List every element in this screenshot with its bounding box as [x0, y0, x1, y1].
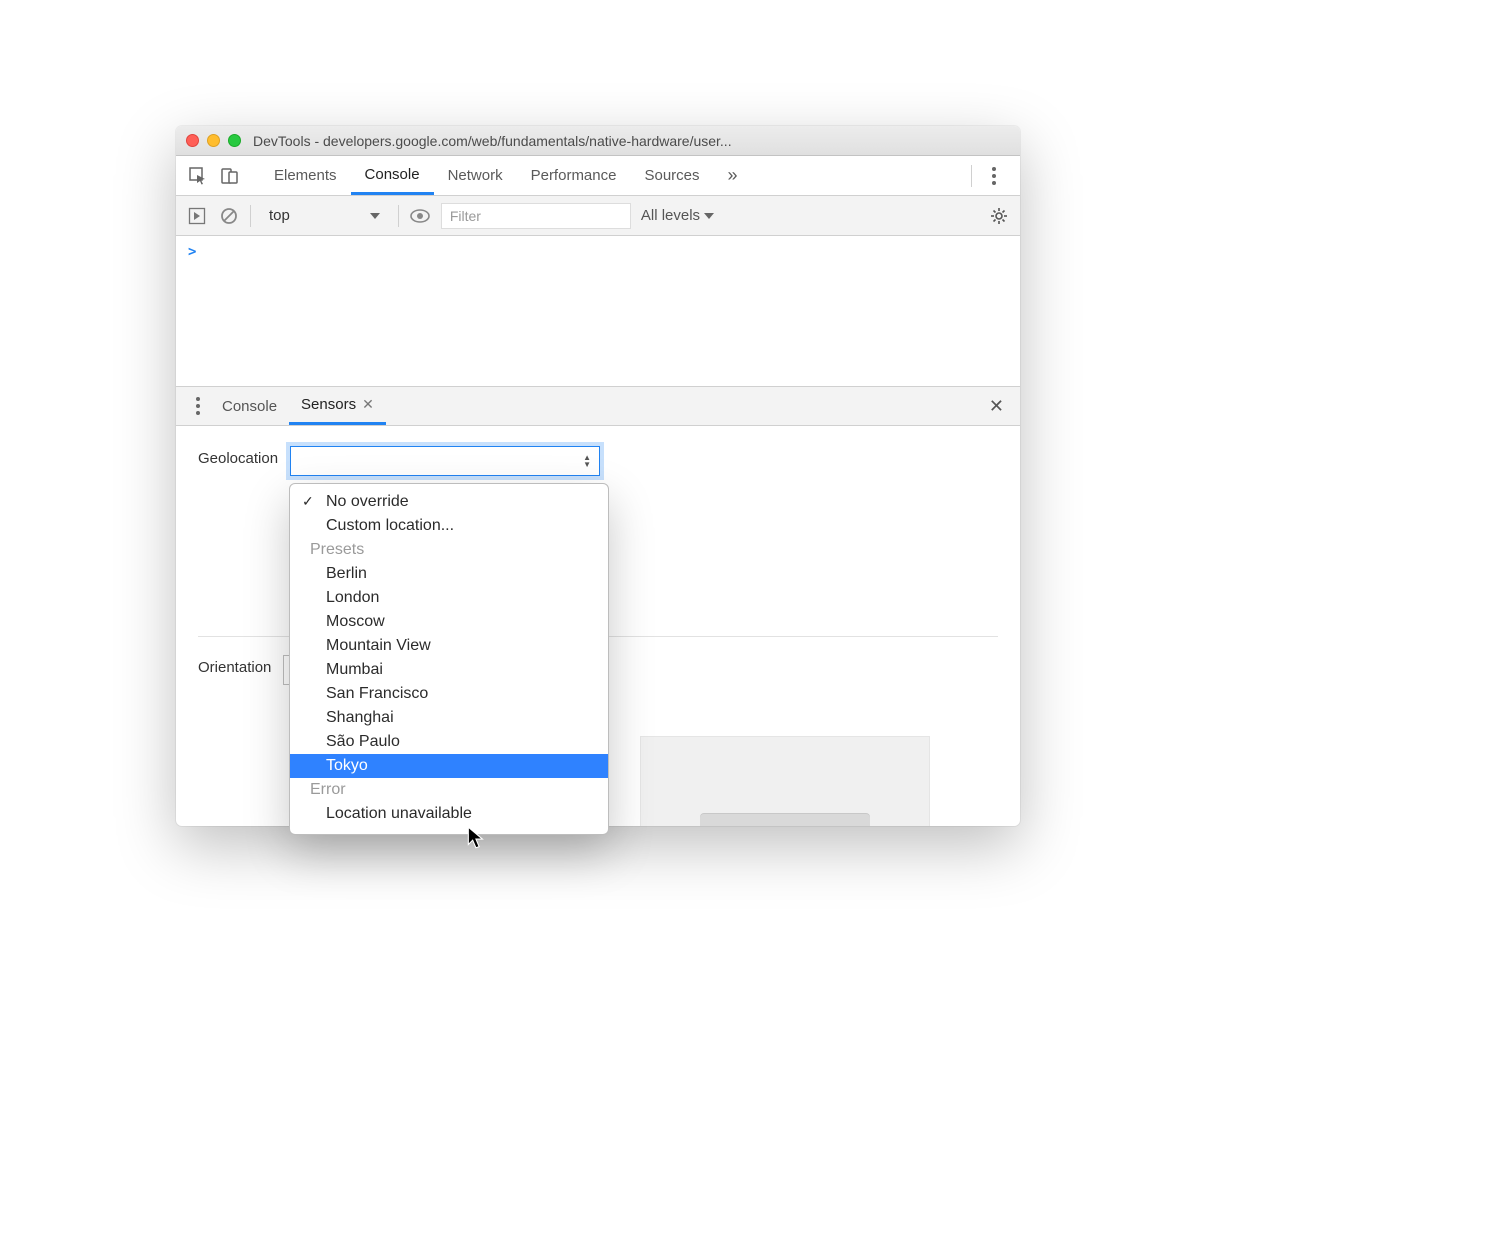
execute-icon[interactable] — [186, 205, 208, 227]
filter-input[interactable]: Filter — [441, 203, 631, 229]
geo-preset-mumbai[interactable]: Mumbai — [290, 658, 608, 682]
live-expression-icon[interactable] — [409, 205, 431, 227]
more-options-icon[interactable] — [980, 162, 1008, 190]
mouse-cursor-icon — [466, 825, 488, 856]
geo-option-label: No override — [326, 493, 409, 510]
geo-preset-san-francisco[interactable]: San Francisco — [290, 682, 608, 706]
geo-group-presets: Presets — [290, 538, 608, 562]
tabs-overflow-button[interactable]: » — [714, 156, 752, 195]
console-output[interactable]: > — [176, 236, 1020, 386]
geo-group-error: Error — [290, 778, 608, 802]
window-title: DevTools - developers.google.com/web/fun… — [253, 133, 1010, 149]
drawer-tab-sensors-label: Sensors — [301, 396, 356, 413]
console-settings-icon[interactable] — [988, 205, 1010, 227]
zoom-window-button[interactable] — [228, 134, 241, 147]
geolocation-dropdown: ✓ No override Custom location... Presets… — [289, 483, 609, 835]
geo-preset-berlin[interactable]: Berlin — [290, 562, 608, 586]
geo-preset-shanghai[interactable]: Shanghai — [290, 706, 608, 730]
chevron-down-icon — [704, 213, 714, 219]
geolocation-row: Geolocation ▲▼ — [198, 446, 998, 476]
close-window-button[interactable] — [186, 134, 199, 147]
orientation-preview — [640, 736, 930, 826]
tab-sources[interactable]: Sources — [630, 156, 713, 195]
geo-preset-london[interactable]: London — [290, 586, 608, 610]
tab-console[interactable]: Console — [351, 156, 434, 195]
geo-option-custom-location[interactable]: Custom location... — [290, 514, 608, 538]
titlebar: DevTools - developers.google.com/web/fun… — [176, 126, 1020, 156]
drawer-tab-console-label: Console — [222, 398, 277, 415]
clear-console-icon[interactable] — [218, 205, 240, 227]
filter-placeholder: Filter — [450, 208, 481, 224]
toggle-device-toolbar-icon[interactable] — [216, 162, 244, 190]
drawer-tabs: Console Sensors ✕ ✕ — [176, 386, 1020, 426]
drawer-tab-console[interactable]: Console — [210, 387, 289, 425]
geo-error-location-unavailable[interactable]: Location unavailable — [290, 802, 608, 826]
minimize-window-button[interactable] — [207, 134, 220, 147]
geolocation-label: Geolocation — [198, 446, 278, 467]
inspect-element-icon[interactable] — [184, 162, 212, 190]
main-panel-tabs: Elements Console Network Performance Sou… — [176, 156, 1020, 196]
execution-context-value: top — [269, 207, 290, 224]
log-levels-label: All levels — [641, 207, 700, 224]
geo-preset-tokyo[interactable]: Tokyo — [290, 754, 608, 778]
close-tab-icon[interactable]: ✕ — [362, 396, 374, 413]
geo-preset-moscow[interactable]: Moscow — [290, 610, 608, 634]
log-levels-select[interactable]: All levels — [641, 207, 714, 224]
drawer-more-icon[interactable] — [186, 397, 210, 415]
orientation-label: Orientation — [198, 655, 271, 676]
close-drawer-button[interactable]: ✕ — [983, 396, 1010, 417]
device-graphic — [700, 814, 870, 826]
select-stepper-icon: ▲▼ — [583, 454, 591, 468]
geo-preset-mountain-view[interactable]: Mountain View — [290, 634, 608, 658]
geo-option-no-override[interactable]: ✓ No override — [290, 490, 608, 514]
console-prompt: > — [188, 244, 196, 260]
geo-option-label: Custom location... — [326, 517, 454, 534]
traffic-lights — [186, 134, 241, 147]
tab-elements[interactable]: Elements — [260, 156, 351, 195]
check-icon: ✓ — [302, 493, 314, 510]
chevron-down-icon — [370, 213, 380, 219]
execution-context-select[interactable]: top — [261, 205, 388, 226]
geolocation-select[interactable]: ▲▼ — [290, 446, 600, 476]
divider — [971, 165, 972, 187]
drawer-tab-sensors[interactable]: Sensors ✕ — [289, 387, 386, 425]
geo-preset-sao-paulo[interactable]: São Paulo — [290, 730, 608, 754]
console-toolbar: top Filter All levels — [176, 196, 1020, 236]
tab-network[interactable]: Network — [434, 156, 517, 195]
tab-performance[interactable]: Performance — [517, 156, 631, 195]
